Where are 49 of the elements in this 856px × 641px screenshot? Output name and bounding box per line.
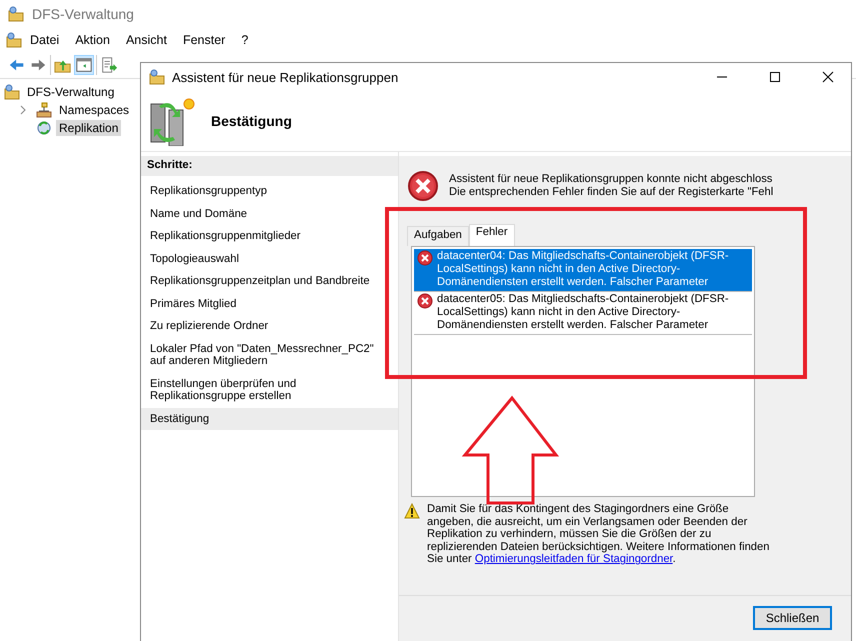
menu-item[interactable]: ? <box>233 31 256 49</box>
status-message: Die entsprechenden Fehler finden Sie auf der Registerkarte "Fehl <box>449 186 774 198</box>
step-item: Zu replizierende Ordner <box>149 319 270 334</box>
tree-item[interactable]: Replikation <box>56 120 122 136</box>
app-icon <box>149 69 165 85</box>
step-item: Lokaler Pfad von "Daten_Messrechner_PC2" auf anderen Mitgliedern <box>149 342 375 369</box>
tab[interactable]: Fehler <box>468 224 515 246</box>
menu-item[interactable]: Ansicht <box>118 31 175 49</box>
status-message: Assistent für neue Replikationsgruppen konnte nicht abgeschloss <box>449 173 774 186</box>
step-item: Replikationsgruppenzeitplan und Bandbreite <box>149 274 371 289</box>
export-icon[interactable] <box>100 56 118 74</box>
error-icon <box>407 170 439 202</box>
step-item: Bestätigung <box>141 408 398 430</box>
step-item: Replikationsgruppenmitglieder <box>149 229 302 244</box>
folder-icon <box>4 84 20 100</box>
error-text: datacenter04: Das Mitgliedschafts-Containerobjekt (DFSR-LocalSettings) kann nicht in den Active Directory-Domänendiensten erstellt werden. Falscher Parameter <box>437 250 730 289</box>
menu-item[interactable]: Datei <box>22 31 68 49</box>
close-icon[interactable] <box>822 71 834 83</box>
error-icon <box>417 250 433 266</box>
error-icon <box>417 293 433 309</box>
pane-icon[interactable] <box>75 56 93 74</box>
tree-item[interactable]: Namespaces <box>56 102 132 118</box>
app-icon <box>6 32 22 48</box>
help-link[interactable]: Optimierungsleitfaden für Stagingordner <box>474 553 673 566</box>
close-button[interactable]: Schließen <box>753 606 832 630</box>
step-item: Name und Domäne <box>149 206 248 222</box>
steps-header: Schritte: <box>141 156 398 176</box>
step-item: Replikationsgruppentyp <box>149 184 268 199</box>
page-heading: Bestätigung <box>211 113 292 129</box>
step-item: Primäres Mitglied <box>149 296 238 312</box>
menu-item[interactable]: Aktion <box>67 31 118 49</box>
tree-item[interactable]: DFS-Verwaltung <box>24 84 118 100</box>
replication-icon <box>36 120 52 136</box>
servers-drawing <box>149 96 197 146</box>
window-title: DFS-Verwaltung <box>32 6 134 22</box>
expand-icon[interactable] <box>18 104 28 116</box>
tab[interactable]: Aufgaben <box>407 226 469 246</box>
namespace-icon <box>36 102 52 118</box>
error-row[interactable]: datacenter04: Das Mitgliedschafts-Containerobjekt (DFSR-LocalSettings) kann nicht in den Active Directory-Domänendiensten erstellt werden. Falscher Parameter <box>414 249 752 292</box>
app-icon <box>8 6 24 22</box>
menu-item[interactable]: Fenster <box>174 31 234 49</box>
warning-icon <box>404 503 420 519</box>
step-item: Einstellungen überprüfen und Replikationsgruppe erstellen <box>149 376 298 404</box>
step-item: Topologieauswahl <box>149 252 240 266</box>
error-row[interactable]: datacenter05: Das Mitgliedschafts-Containerobjekt (DFSR-LocalSettings) kann nicht in den Active Directory-Domänendiensten erstellt werden. Falscher Parameter <box>414 292 752 335</box>
warning-text: Damit Sie für das Kontingent des Stagingordners eine Größe angeben, die ausreicht, um ein Verlangsamen oder Beenden der Replikation zu verhindern, müssen Sie die Größen der zu replizierenden Dateien berücksichtigen. Weitere Informationen finden Sie unter Optimierungsleitfaden für Stagingordner. <box>427 503 770 566</box>
error-text: datacenter05: Das Mitgliedschafts-Containerobjekt (DFSR-LocalSettings) kann nicht in den Active Directory-Domänendiensten erstellt werden. Falscher Parameter <box>437 293 730 332</box>
maximize-icon[interactable] <box>769 71 781 83</box>
dialog-title: Assistent für neue Replikationsgruppen <box>172 70 400 84</box>
